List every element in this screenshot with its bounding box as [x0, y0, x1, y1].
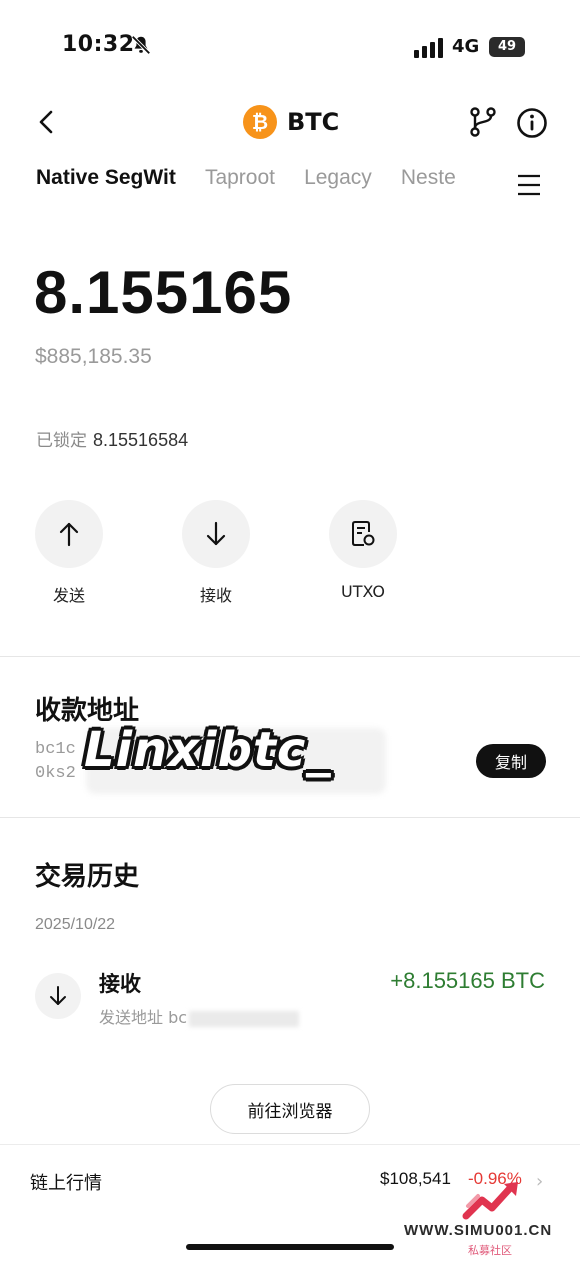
- site-logo-icon: [462, 1182, 518, 1220]
- copy-button[interactable]: 复制: [476, 744, 546, 778]
- action-buttons: 发送 接收 UTXO: [0, 500, 580, 610]
- battery-level: 49: [497, 39, 517, 54]
- send-circle[interactable]: [35, 500, 103, 568]
- home-indicator[interactable]: [186, 1244, 394, 1250]
- site-url: WWW.SIMU001.CN: [404, 1222, 553, 1239]
- arrow-up-icon: [59, 522, 79, 547]
- fiat-value: $885,185.35: [35, 345, 152, 368]
- chevron-right-icon: ›: [536, 1171, 544, 1192]
- tx-from-address: bc: [168, 1008, 188, 1027]
- arrow-down-icon: [50, 986, 66, 1005]
- history-title: 交易历史: [35, 862, 140, 892]
- tab-taproot[interactable]: Taproot: [205, 166, 275, 190]
- send-button[interactable]: 发送: [24, 500, 114, 606]
- market-label: 链上行情: [30, 1173, 102, 1194]
- coin-title: ₿ BTC: [243, 104, 339, 140]
- tx-type[interactable]: 接收: [99, 968, 141, 998]
- receive-button[interactable]: 接收: [171, 500, 261, 606]
- balance-amount: 8.155165: [34, 259, 293, 326]
- address-line-2: 0ks2: [35, 764, 76, 783]
- arrow-down-icon: [206, 521, 226, 546]
- bell-muted-icon: [131, 35, 151, 55]
- receive-label: 接收: [199, 586, 232, 605]
- tx-from: 发送地址 bc: [99, 1004, 300, 1028]
- watermark-text: Linxibtc_: [84, 722, 332, 778]
- locked-value: 8.15516584: [93, 430, 189, 450]
- locked-balance: 已锁定 8.15516584: [36, 426, 188, 451]
- send-label: 发送: [52, 586, 85, 605]
- tab-native-segwit[interactable]: Native SegWit: [36, 166, 176, 190]
- open-explorer-button[interactable]: 前往浏览器: [210, 1084, 370, 1134]
- status-bar: 10:32 4G 49: [0, 0, 580, 90]
- coin-name: BTC: [287, 108, 340, 136]
- site-subtitle: 私募社区: [468, 1244, 512, 1257]
- signal-icon: [414, 38, 443, 58]
- market-price: $108,541: [380, 1169, 451, 1188]
- locked-label: 已锁定: [36, 431, 87, 451]
- address-line-1: bc1c: [35, 740, 76, 759]
- status-time: 10:32: [62, 32, 135, 57]
- tab-legacy[interactable]: Legacy: [304, 166, 372, 190]
- utxo-icon: [352, 521, 375, 546]
- tx-date: 2025/10/22: [35, 916, 116, 933]
- tx-amount: +8.155165 BTC: [390, 968, 545, 993]
- tx-from-redaction: [189, 1010, 300, 1027]
- utxo-button[interactable]: UTXO: [318, 500, 408, 601]
- receive-circle[interactable]: [182, 500, 250, 568]
- branch-icon[interactable]: [468, 106, 498, 138]
- address-type-tabs: Native SegWit Taproot Legacy Neste: [36, 166, 580, 206]
- back-chevron-icon[interactable]: [34, 108, 60, 136]
- divider: [0, 656, 580, 657]
- menu-icon[interactable]: [516, 172, 542, 198]
- utxo-label: UTXO: [340, 582, 385, 601]
- info-icon[interactable]: [516, 107, 548, 139]
- tx-receive-icon[interactable]: [35, 973, 81, 1019]
- network-label: 4G: [452, 36, 480, 57]
- battery-indicator: 49: [489, 37, 525, 57]
- btc-logo-icon: ₿: [243, 105, 277, 139]
- tx-from-label: 发送地址: [99, 1008, 164, 1027]
- divider: [0, 817, 580, 818]
- tab-nested[interactable]: Neste: [401, 166, 456, 190]
- nav-bar: ₿ BTC: [0, 96, 580, 148]
- utxo-circle[interactable]: [329, 500, 397, 568]
